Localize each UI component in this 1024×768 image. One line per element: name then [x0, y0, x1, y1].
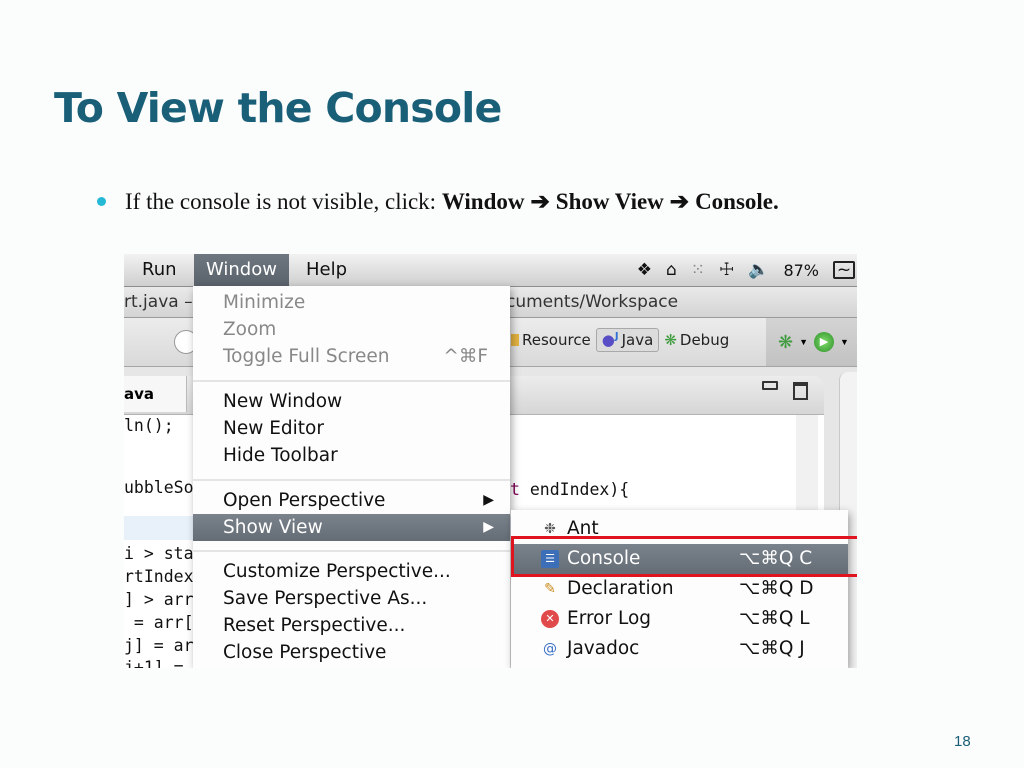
menu-item-close-perspective[interactable]: Close Perspective — [193, 639, 510, 666]
menu-run[interactable]: Run — [130, 254, 189, 286]
perspective-debug[interactable]: ❋ Debug — [659, 329, 734, 351]
menu-item-label: Toggle Full Screen — [223, 346, 390, 367]
eclipse-screenshot: Run Window Help ❖ ⌂ ⁙ ☩ 🔈 87% ~ rt.java … — [124, 254, 857, 668]
code-keyword: t — [510, 480, 520, 499]
menu-item-customize-perspective[interactable]: Customize Perspective... — [193, 558, 510, 585]
menu-item-save-perspective-as[interactable]: Save Perspective As... — [193, 585, 510, 612]
view-item-label: Javadoc — [567, 638, 640, 659]
chevron-down-icon[interactable]: ▼ — [799, 337, 808, 347]
view-item-declaration[interactable]: ✎ Declaration ⌥⌘Q D — [511, 574, 848, 604]
menu-window[interactable]: Window — [194, 254, 289, 286]
status-tray: ❖ ⌂ ⁙ ☩ 🔈 87% ~ — [637, 254, 857, 286]
menu-separator — [193, 479, 510, 481]
view-item-error-log[interactable]: ✕ Error Log ⌥⌘Q L — [511, 604, 848, 634]
run-toolbar: ❋ ▼ ▶ ▼ — [766, 318, 857, 366]
bug-icon: ❋ — [664, 331, 677, 349]
run-icon[interactable]: ▶ — [814, 332, 835, 352]
menu-item-toggle-full-screen[interactable]: Toggle Full Screen ^⌘F — [193, 343, 510, 370]
perspective-label: Java — [621, 331, 654, 349]
chevron-down-icon[interactable]: ▼ — [840, 337, 849, 347]
menu-separator — [193, 550, 510, 552]
show-view-submenu: ❉ Ant ☰ Console ⌥⌘Q C ✎ Declaration ⌥⌘Q … — [511, 510, 848, 668]
shortcut-label: ⌥⌘Q L — [739, 608, 810, 629]
battery-percent[interactable]: 87% — [783, 261, 819, 280]
code-line: rtIndex — [124, 567, 194, 586]
console-highlight-box — [511, 536, 857, 577]
menu-item-open-perspective[interactable]: Open Perspective ▶ — [193, 487, 510, 514]
minimize-icon[interactable] — [762, 381, 778, 390]
shortcut-label: ⌥⌘Q J — [739, 638, 805, 659]
menu-item-show-view[interactable]: Show View ▶ — [193, 514, 510, 541]
bullet-dot-icon — [97, 196, 106, 206]
window-menu: Minimize Zoom Toggle Full Screen ^⌘F New … — [193, 286, 510, 668]
code-line: j+1] = — [124, 658, 184, 668]
menu-item-label: Show View — [223, 517, 323, 538]
submenu-arrow-icon: ▶ — [483, 519, 494, 535]
maximize-icon[interactable] — [793, 382, 808, 400]
title-right: cuments/Workspace — [506, 292, 679, 312]
declaration-icon: ✎ — [544, 581, 556, 597]
menu-item-hide-toolbar[interactable]: Hide Toolbar — [193, 442, 510, 469]
code-line: ubbleSo — [124, 478, 194, 497]
shortcut-label: ^⌘F — [443, 346, 488, 367]
menu-item-label: Reset Perspective... — [223, 615, 406, 636]
editor-tab[interactable]: ava — [124, 376, 187, 412]
battery-icon[interactable]: ~ — [833, 261, 855, 279]
perspective-java[interactable]: ●J Java — [595, 328, 660, 352]
menu-item-label: Hide Toolbar — [223, 445, 338, 466]
view-item-label: Error Log — [567, 608, 652, 629]
bluetooth-icon[interactable]: ⁙ — [691, 260, 705, 280]
code-line: ln(); — [124, 416, 174, 435]
menu-item-label: Customize Perspective... — [223, 561, 451, 582]
menu-item-label: Save Perspective As... — [223, 588, 428, 609]
dropbox-icon[interactable]: ❖ — [637, 260, 652, 280]
menu-item-new-editor[interactable]: New Editor — [193, 415, 510, 442]
mac-menubar: Run Window Help ❖ ⌂ ⁙ ☩ 🔈 87% ~ — [124, 254, 857, 287]
perspective-label: Debug — [679, 331, 730, 349]
debug-run-icon[interactable]: ❋ — [778, 332, 793, 353]
menu-item-label: Minimize — [223, 292, 306, 313]
menu-separator — [193, 380, 510, 382]
view-item-label: Declaration — [567, 578, 674, 599]
menu-item-label: Close Perspective — [223, 642, 387, 663]
menu-item-label: Open Perspective — [223, 490, 386, 511]
shortcut-label: ⌥⌘Q D — [739, 578, 814, 599]
title-left: rt.java – — [124, 292, 193, 312]
menu-item-zoom[interactable]: Zoom — [193, 316, 510, 343]
page-number: 18 — [954, 733, 971, 750]
submenu-arrow-icon: ▶ — [483, 492, 494, 508]
code-line-right: t endIndex){ — [510, 480, 629, 499]
path-console: Console. — [695, 189, 779, 214]
menu-item-label: New Editor — [223, 418, 324, 439]
folder-icon — [511, 334, 519, 346]
code-line: j] = ar — [124, 636, 194, 655]
java-perspective-icon: ●J — [601, 331, 619, 349]
javadoc-icon: @ — [543, 641, 557, 657]
perspective-resource[interactable]: Resource — [506, 329, 596, 351]
arrow-icon: ➔ — [669, 189, 690, 214]
menu-item-label: Zoom — [223, 319, 277, 340]
menu-item-minimize[interactable]: Minimize — [193, 289, 510, 316]
wifi-icon[interactable]: ☩ — [719, 260, 734, 280]
code-line: i > sta — [124, 544, 194, 563]
slide-title: To View the Console — [54, 84, 502, 132]
bullet-text: If the console is not visible, click: — [125, 189, 437, 214]
home-icon[interactable]: ⌂ — [666, 260, 677, 280]
menu-item-reset-perspective[interactable]: Reset Perspective... — [193, 612, 510, 639]
code-line: ] > arr — [124, 590, 194, 609]
code-line: = arr[ — [124, 613, 194, 632]
volume-icon[interactable]: 🔈 — [748, 260, 769, 280]
path-show-view: Show View — [555, 189, 664, 214]
path-window: Window — [441, 189, 525, 214]
perspective-label: Resource — [522, 331, 591, 349]
arrow-icon: ➔ — [530, 189, 550, 214]
view-item-javadoc[interactable]: @ Javadoc ⌥⌘Q J — [511, 634, 848, 664]
menu-item-label: New Window — [223, 391, 343, 412]
code-text: endIndex){ — [519, 480, 630, 499]
perspective-switcher: Resource ●J Java ❋ Debug — [506, 324, 734, 356]
error-log-icon: ✕ — [541, 610, 559, 628]
bullet-item: If the console is not visible, click: Wi… — [97, 189, 779, 215]
menu-help[interactable]: Help — [294, 254, 359, 286]
menu-item-new-window[interactable]: New Window — [193, 388, 510, 415]
